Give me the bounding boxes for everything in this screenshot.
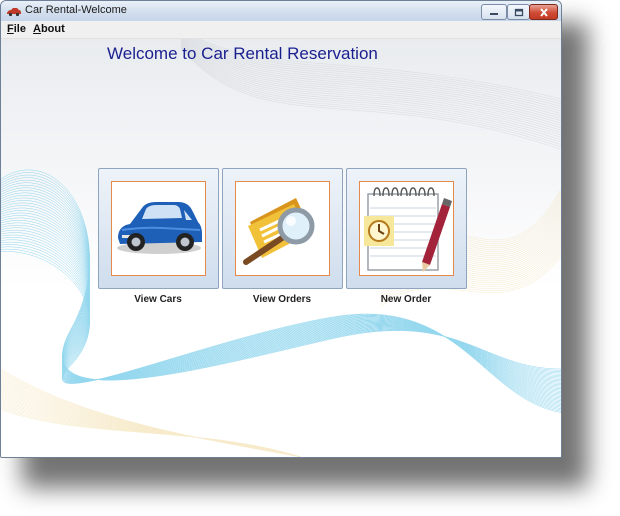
view-orders-button[interactable] (222, 168, 343, 289)
menu-bar: File About (1, 21, 561, 39)
page-title: Welcome to Car Rental Reservation (107, 44, 378, 63)
view-cars-button[interactable] (98, 168, 219, 289)
orders-magnifier-icon (243, 198, 315, 265)
car-icon (117, 202, 202, 254)
maximize-button[interactable] (507, 4, 530, 20)
menu-about[interactable]: About (33, 23, 65, 35)
new-order-button[interactable] (346, 168, 467, 289)
car-app-icon (7, 8, 21, 17)
app-window: Car Rental-Welcome File About Welcome to… (0, 0, 562, 458)
title-bar[interactable]: Car Rental-Welcome (1, 1, 561, 22)
minimize-button[interactable] (481, 4, 507, 20)
menu-file[interactable]: File (7, 23, 26, 35)
close-icon (539, 7, 548, 17)
view-cars-label[interactable]: View Cars (98, 294, 218, 305)
window-title: Car Rental-Welcome (25, 4, 127, 16)
new-order-label[interactable]: New Order (346, 294, 466, 305)
main-content: Welcome to Car Rental Reservation View C… (1, 39, 561, 457)
notepad-clock-pencil-icon (364, 187, 452, 272)
close-button[interactable] (529, 4, 558, 20)
new-order-frame (359, 181, 454, 276)
view-orders-label[interactable]: View Orders (222, 294, 342, 305)
minimize-icon (490, 13, 498, 15)
view-orders-frame (235, 181, 330, 276)
view-cars-frame (111, 181, 206, 276)
maximize-icon (514, 8, 523, 16)
